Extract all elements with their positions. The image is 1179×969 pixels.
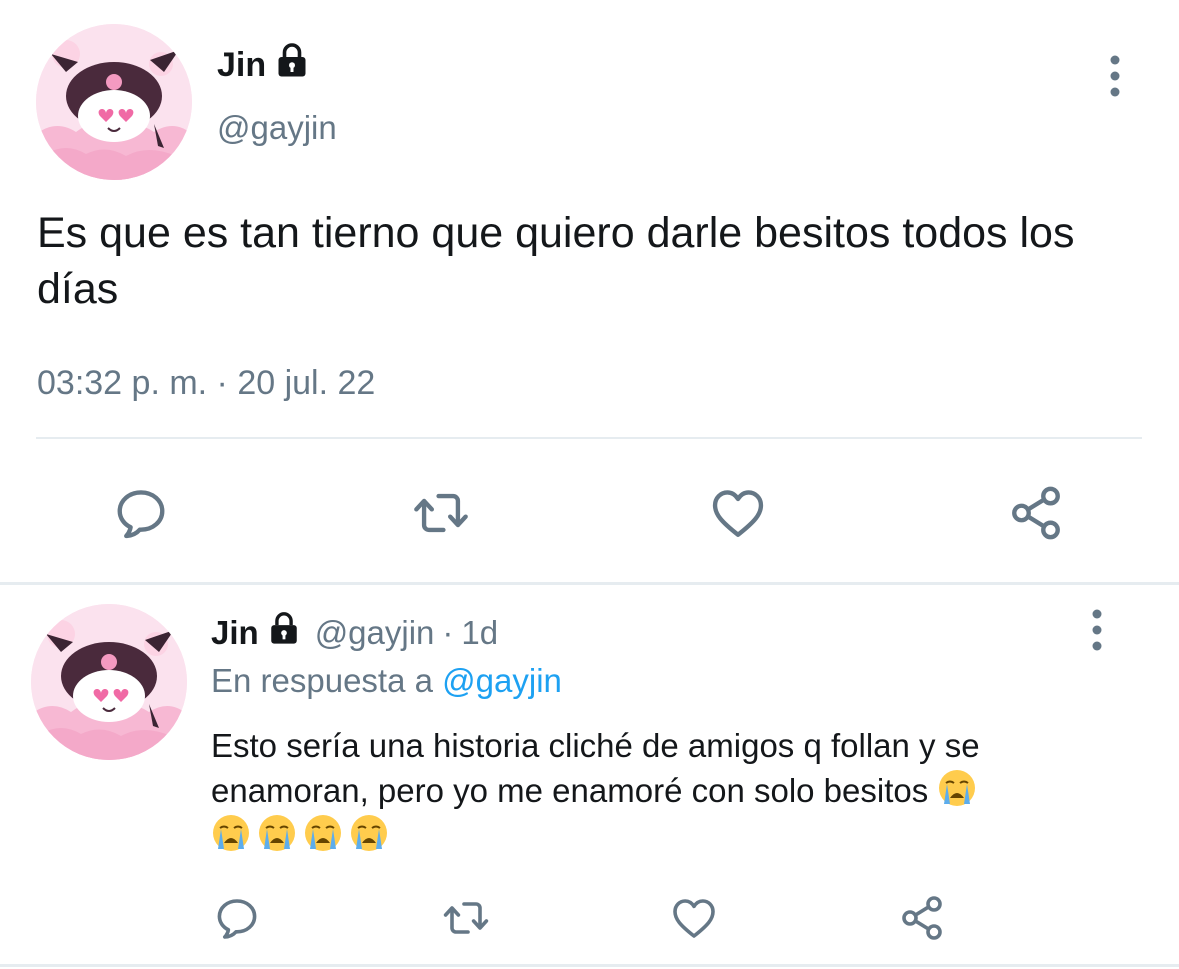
- lock-icon: [267, 611, 301, 654]
- main-display-name[interactable]: Jin: [217, 42, 310, 87]
- reply-icon[interactable]: [213, 894, 261, 947]
- main-tweet-text: Es que es tan tierno que quiero darle be…: [37, 209, 1075, 313]
- loudly-crying-face-icon: [349, 813, 389, 853]
- like-icon[interactable]: [709, 484, 767, 547]
- reply-handle[interactable]: @gayjin: [315, 613, 435, 653]
- main-display-name-text[interactable]: Jin: [217, 45, 266, 85]
- loudly-crying-face-icon: [257, 813, 297, 853]
- more-options-icon[interactable]: [1098, 52, 1132, 100]
- reply-tweet-body: Esto sería una historia cliché de amigos…: [211, 727, 980, 809]
- replying-to: En respuesta a @gayjin: [211, 660, 562, 702]
- main-tweet-timestamp[interactable]: 03:32 p. m. · 20 jul. 22: [37, 362, 375, 404]
- lock-icon: [274, 42, 310, 87]
- reply-header: Jin @gayjin · 1d: [211, 611, 498, 654]
- replying-to-handle-link[interactable]: @gayjin: [442, 662, 562, 699]
- divider: [0, 582, 1179, 585]
- divider: [0, 964, 1179, 967]
- reply-display-name[interactable]: Jin: [211, 613, 259, 653]
- reply-tweet-text: Esto sería una historia cliché de amigos…: [211, 723, 1111, 858]
- retweet-icon[interactable]: [410, 484, 472, 547]
- reply-avatar[interactable]: [31, 604, 187, 760]
- reply-age[interactable]: 1d: [461, 613, 498, 653]
- main-avatar[interactable]: [36, 24, 192, 180]
- share-icon[interactable]: [1007, 484, 1065, 547]
- replying-to-prefix: En respuesta a: [211, 662, 443, 699]
- reply-separator: ·: [442, 613, 454, 651]
- retweet-icon[interactable]: [440, 894, 492, 947]
- more-options-icon[interactable]: [1080, 606, 1114, 654]
- loudly-crying-face-icon: [211, 813, 251, 853]
- divider: [36, 437, 1142, 439]
- loudly-crying-face-icon: [937, 768, 977, 808]
- like-icon[interactable]: [670, 894, 718, 947]
- share-icon[interactable]: [898, 894, 946, 947]
- loudly-crying-face-icon: [303, 813, 343, 853]
- main-handle[interactable]: @gayjin: [217, 108, 337, 148]
- reply-icon[interactable]: [112, 484, 170, 547]
